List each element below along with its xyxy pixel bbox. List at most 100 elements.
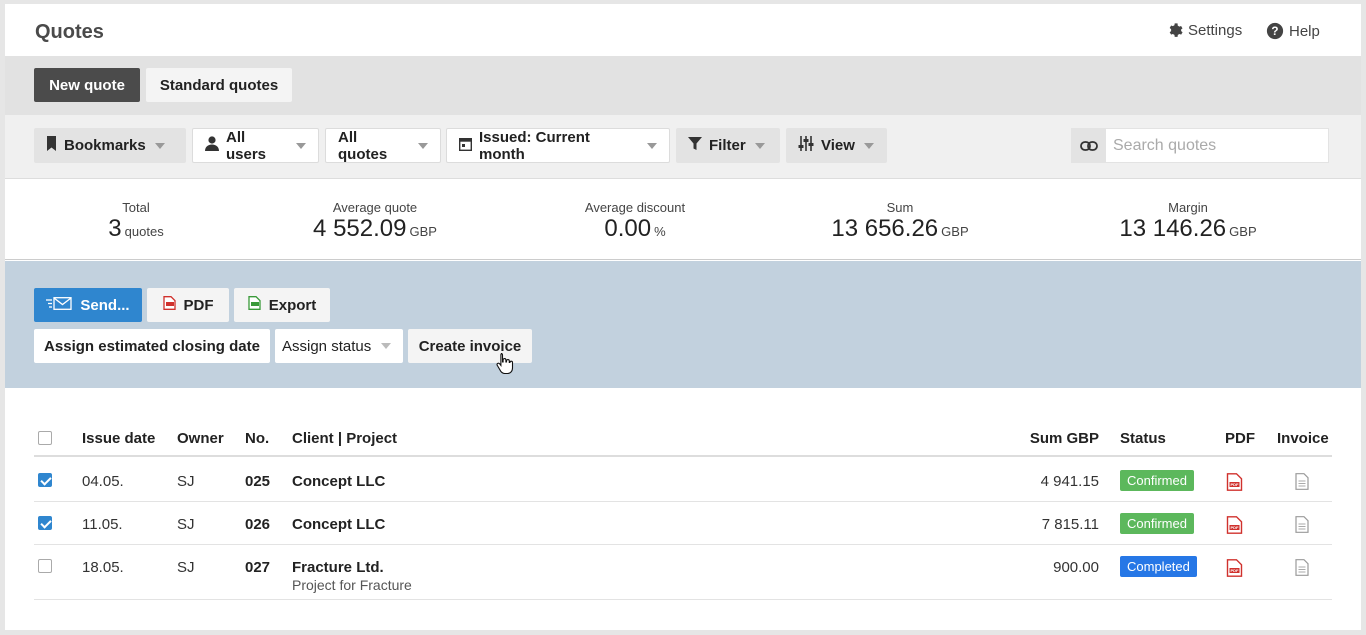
stat-margin-unit: GBP	[1229, 224, 1257, 239]
chevron-down-icon	[154, 142, 165, 149]
chevron-down-icon	[381, 343, 391, 349]
column-invoice: Invoice	[1277, 430, 1329, 447]
status-badge[interactable]: Confirmed	[1120, 470, 1194, 491]
stat-average-quote-unit: GBP	[409, 224, 437, 239]
pdf-button[interactable]: PDF	[147, 288, 229, 322]
row-checkbox[interactable]	[38, 559, 52, 573]
stat-average-discount: Average discount 0.00%	[550, 200, 720, 243]
stat-average-discount-label: Average discount	[584, 200, 686, 215]
column-status[interactable]: Status	[1120, 430, 1166, 447]
column-issue-date[interactable]: Issue date	[82, 430, 155, 447]
document-icon[interactable]	[1295, 516, 1309, 538]
link-icon[interactable]	[1071, 128, 1106, 163]
row-owner: SJ	[177, 473, 195, 490]
all-users-label: All users	[226, 128, 267, 163]
export-button[interactable]: Export	[234, 288, 330, 322]
row-client-cell[interactable]: Fracture Ltd. Project for Fracture	[292, 559, 412, 593]
row-checkbox[interactable]	[38, 516, 52, 530]
chevron-down-icon	[647, 142, 657, 149]
app-frame: Quotes Settings ? Help New quote Standar…	[5, 4, 1361, 630]
row-owner: SJ	[177, 516, 195, 533]
stat-margin-label: Margin	[1168, 200, 1208, 215]
stat-average-quote-label: Average quote	[332, 200, 418, 215]
status-badge[interactable]: Completed	[1120, 556, 1197, 577]
column-sum[interactable]: Sum GBP	[1030, 430, 1099, 447]
help-link[interactable]: ? Help	[1266, 22, 1320, 40]
pdf-icon[interactable]: PDF	[1226, 473, 1243, 496]
assign-status-select[interactable]: Assign status	[275, 329, 403, 363]
column-owner[interactable]: Owner	[177, 430, 224, 447]
all-quotes-dropdown[interactable]: All quotes	[325, 128, 441, 163]
stat-total-value: 3	[108, 215, 122, 242]
svg-text:PDF: PDF	[1231, 525, 1240, 530]
bookmarks-dropdown[interactable]: Bookmarks	[34, 128, 186, 163]
row-owner: SJ	[177, 559, 195, 576]
stat-average-discount-value: 0.00	[604, 215, 652, 242]
filter-dropdown[interactable]: Filter	[676, 128, 780, 163]
stat-sum-label: Sum	[886, 200, 914, 215]
row-sum: 4 941.15	[1040, 473, 1099, 490]
row-project: Project for Fracture	[292, 577, 412, 593]
all-users-dropdown[interactable]: All users	[192, 128, 319, 163]
stat-margin-value: 13 146.26	[1119, 215, 1227, 242]
stat-average-discount-unit: %	[654, 224, 666, 239]
new-quote-button[interactable]: New quote	[34, 68, 140, 102]
settings-link[interactable]: Settings	[1166, 22, 1242, 39]
assign-closing-date-button[interactable]: Assign estimated closing date	[34, 329, 270, 363]
stat-total: Total 3 quotes	[66, 200, 206, 243]
stat-average-quote-value: 4 552.09	[313, 215, 407, 242]
row-number[interactable]: 025	[245, 473, 270, 490]
pdf-label: PDF	[183, 296, 214, 314]
export-label: Export	[268, 296, 317, 314]
row-number[interactable]: 027	[245, 559, 270, 576]
stat-sum-unit: GBP	[941, 224, 969, 239]
row-client[interactable]: Concept LLC	[292, 473, 385, 490]
export-file-icon	[248, 296, 261, 314]
top-bar: Quotes Settings ? Help	[5, 4, 1361, 56]
send-button[interactable]: Send...	[34, 288, 142, 322]
svg-text:?: ?	[1271, 25, 1278, 38]
document-icon[interactable]	[1295, 559, 1309, 581]
row-client[interactable]: Concept LLC	[292, 516, 385, 533]
send-label: Send...	[80, 296, 130, 314]
funnel-icon	[688, 136, 702, 155]
status-badge[interactable]: Confirmed	[1120, 513, 1194, 534]
column-pdf: PDF	[1225, 430, 1255, 447]
hand-cursor-icon	[496, 352, 514, 379]
table-header: Issue date Owner No. Client | Project Su…	[34, 424, 1332, 457]
calendar-icon	[458, 137, 473, 155]
table-row[interactable]: 18.05. SJ 027 Fracture Ltd. Project for …	[34, 545, 1332, 600]
row-number[interactable]: 026	[245, 516, 270, 533]
envelope-icon	[46, 296, 73, 314]
pdf-icon[interactable]: PDF	[1226, 559, 1243, 582]
chevron-down-icon	[296, 142, 306, 149]
row-checkbox[interactable]	[38, 473, 52, 487]
stat-margin: Margin 13 146.26 GBP	[1088, 200, 1288, 243]
svg-text:PDF: PDF	[1231, 482, 1240, 487]
row-date: 11.05.	[82, 516, 123, 533]
summary-stats: Total 3 quotes Average quote 4 552.09 GBP …	[5, 180, 1361, 260]
column-no[interactable]: No.	[245, 430, 269, 447]
select-all-checkbox[interactable]	[38, 431, 52, 445]
table-row[interactable]: 11.05. SJ 026 Concept LLC 7 815.11 Confi…	[34, 502, 1332, 545]
view-dropdown[interactable]: View	[786, 128, 887, 163]
bookmark-icon	[46, 136, 57, 155]
sliders-icon	[798, 136, 814, 155]
pdf-icon[interactable]: PDF	[1226, 516, 1243, 539]
standard-quotes-button[interactable]: Standard quotes	[146, 68, 292, 102]
chevron-down-icon	[418, 142, 428, 149]
row-client: Fracture Ltd.	[292, 559, 384, 576]
user-icon	[205, 136, 219, 155]
pdf-file-icon	[162, 296, 176, 314]
issued-date-dropdown[interactable]: Issued: Current month	[446, 128, 670, 163]
help-icon: ?	[1266, 22, 1284, 40]
row-sum: 7 815.11	[1041, 516, 1099, 533]
stat-average-quote: Average quote 4 552.09 GBP	[285, 200, 465, 243]
chevron-down-icon	[754, 142, 765, 149]
column-client-project[interactable]: Client | Project	[292, 430, 397, 447]
search-input[interactable]	[1106, 128, 1329, 163]
document-icon[interactable]	[1295, 473, 1309, 495]
table-row[interactable]: 04.05. SJ 025 Concept LLC 4 941.15 Confi…	[34, 459, 1332, 502]
bookmarks-label: Bookmarks	[64, 137, 146, 154]
search-box	[1071, 128, 1329, 163]
